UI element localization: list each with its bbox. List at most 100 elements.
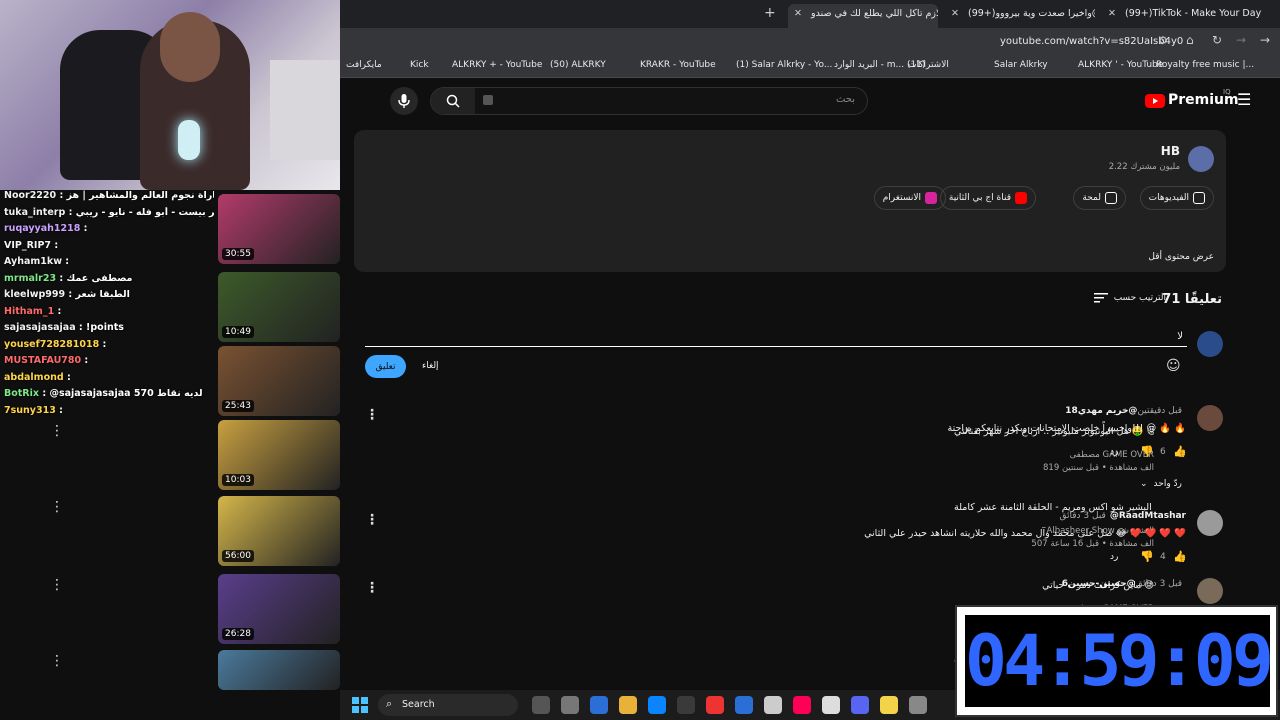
channel-name[interactable]: HB bbox=[1161, 144, 1180, 158]
dislike-icon[interactable]: 👎 bbox=[1140, 550, 1154, 563]
bookmark-item[interactable]: ALKRKY + - YouTube bbox=[452, 60, 542, 70]
comment-time[interactable]: قبل 3 دقائق bbox=[1059, 511, 1105, 521]
comment-time[interactable]: قبل 3 دقائق bbox=[1136, 579, 1182, 589]
replies-label: ردّ واحد bbox=[1153, 479, 1182, 489]
more-options-icon[interactable]: ⋮ bbox=[50, 578, 64, 592]
steam-icon[interactable] bbox=[735, 696, 753, 714]
back-icon[interactable]: → bbox=[1260, 33, 1270, 47]
sort-label: الترتيب حسب bbox=[1113, 293, 1166, 303]
new-tab-button[interactable]: + bbox=[764, 5, 776, 21]
explorer-icon[interactable] bbox=[619, 696, 637, 714]
channel-avatar[interactable] bbox=[1188, 146, 1214, 172]
reload-icon[interactable]: ↻ bbox=[1212, 33, 1222, 47]
reply-button[interactable]: رد bbox=[1110, 447, 1118, 457]
chat-separator: : bbox=[54, 305, 62, 317]
close-icon[interactable]: ✕ bbox=[794, 8, 802, 19]
channel-link-1[interactable]: لمحة bbox=[1073, 186, 1126, 210]
video-thumbnail[interactable] bbox=[218, 650, 340, 690]
bookmark-item[interactable]: (1) Salar Alkrky - Yo... bbox=[736, 60, 832, 70]
chat-text: الطبقا شعر bbox=[75, 289, 130, 300]
forward-icon[interactable]: → bbox=[1236, 33, 1246, 47]
reply-button[interactable]: رد bbox=[1110, 552, 1118, 562]
bookmark-item[interactable]: ALKRKY ' - YouTube bbox=[1078, 60, 1163, 70]
keyboard-icon[interactable] bbox=[483, 95, 493, 105]
video-thumbnail[interactable]: 26:28 bbox=[218, 574, 340, 644]
chrome-icon[interactable] bbox=[706, 696, 724, 714]
comment-submit-button[interactable]: تعليق bbox=[365, 355, 406, 378]
copilot-icon[interactable] bbox=[590, 696, 608, 714]
like-icon[interactable]: 👍 bbox=[1173, 550, 1187, 563]
search-input[interactable]: بحث bbox=[836, 94, 855, 105]
video-thumbnail[interactable]: 10:03 bbox=[218, 420, 340, 490]
comment-author[interactable]: @RaadMtashar bbox=[1110, 511, 1186, 521]
bookmark-item[interactable]: Kick bbox=[410, 60, 429, 70]
chat-separator: : bbox=[56, 272, 67, 284]
video-thumbnail[interactable]: 25:43 bbox=[218, 346, 340, 416]
comment-input[interactable]: لا bbox=[365, 331, 1187, 347]
bookmark-item[interactable]: البريد الوارد - m... (11) bbox=[834, 60, 925, 70]
more-options-icon[interactable]: ⋮ bbox=[50, 654, 64, 668]
url-field[interactable]: youtube.com/watch?v=s82UaIsb4y0 bbox=[1000, 36, 1183, 47]
more-options-icon[interactable]: ⋮ bbox=[365, 581, 379, 595]
channel-link-0[interactable]: الفيديوهات bbox=[1139, 186, 1214, 210]
chat-separator: : bbox=[63, 371, 71, 383]
close-icon[interactable]: ✕ bbox=[951, 8, 959, 19]
comment-avatar[interactable] bbox=[1197, 510, 1223, 536]
like-icon[interactable]: 👍 bbox=[1173, 445, 1187, 458]
more-options-icon[interactable]: ⋮ bbox=[365, 408, 379, 422]
more-options-icon[interactable]: ⋮ bbox=[365, 513, 379, 527]
mic-icon[interactable] bbox=[390, 87, 418, 115]
chat-text: !points bbox=[86, 322, 124, 333]
capcut-icon[interactable] bbox=[822, 696, 840, 714]
store-icon[interactable] bbox=[677, 696, 695, 714]
discord-icon[interactable] bbox=[851, 696, 869, 714]
channel-link-3[interactable]: الانستغرام bbox=[873, 186, 946, 210]
chat-username: MUSTAFAU780 bbox=[4, 355, 82, 366]
search-icon[interactable] bbox=[431, 88, 475, 114]
tab-3[interactable]: ✕ (99+)TikTok - Make Your Day ♪ bbox=[1102, 4, 1262, 24]
obs-icon[interactable] bbox=[764, 696, 782, 714]
address-bar-row: youtube.com/watch?v=s82UaIsb4y0 ⚙ ⌂ ↻ → … bbox=[340, 28, 1280, 56]
comment-cancel-button[interactable]: إلغاء bbox=[422, 361, 439, 371]
video-channel[interactable]: مصطفى GAME OVER bbox=[954, 450, 1154, 460]
brave-icon[interactable] bbox=[793, 696, 811, 714]
menu-icon[interactable]: ☰ bbox=[1237, 90, 1251, 109]
bookmark-item[interactable]: مايكرافت bbox=[346, 60, 382, 70]
bookmark-item[interactable]: (50) ALKRKY bbox=[550, 60, 606, 70]
video-thumbnail[interactable]: 30:55 bbox=[218, 194, 340, 264]
bookmark-item[interactable]: KRAKR - YouTube bbox=[640, 60, 716, 70]
stream-timer-overlay: 04:59:09 bbox=[955, 605, 1278, 717]
dislike-icon[interactable]: 👎 bbox=[1140, 445, 1154, 458]
comment-author[interactable]: @حسين-حسين6 bbox=[1062, 579, 1136, 589]
view-replies-button[interactable]: ⌄ ردّ واحد bbox=[1140, 479, 1182, 489]
task-view-icon[interactable] bbox=[532, 696, 550, 714]
windows-start-icon[interactable] bbox=[352, 697, 368, 713]
comment-avatar[interactable] bbox=[1197, 405, 1223, 431]
close-icon[interactable]: ✕ bbox=[1108, 8, 1116, 19]
comment-author[interactable]: @خريم مهدي18 bbox=[1065, 406, 1137, 416]
more-options-icon[interactable]: ⋮ bbox=[50, 500, 64, 514]
taskbar-search[interactable]: ⌕ Search bbox=[378, 694, 518, 716]
edge-icon[interactable] bbox=[648, 696, 666, 714]
files-icon[interactable] bbox=[561, 696, 579, 714]
user-avatar bbox=[1197, 331, 1223, 357]
show-less-button[interactable]: عرض محتوى أقل bbox=[1148, 252, 1214, 262]
youtube-logo-icon[interactable] bbox=[1145, 94, 1165, 108]
video-thumbnail[interactable]: 10:49 bbox=[218, 272, 340, 342]
tab-2[interactable]: ✕ (99+)واخيرا صعدت وية بيرووو@ ♪ bbox=[945, 4, 1095, 24]
notes-icon[interactable] bbox=[880, 696, 898, 714]
sort-button[interactable]: الترتيب حسب bbox=[1093, 292, 1166, 304]
tab-active[interactable]: ✕ لازم تاكل اللي يطلع لك في صندو bbox=[788, 4, 938, 28]
home-icon[interactable]: ⌂ bbox=[1186, 33, 1194, 47]
country-badge: IQ bbox=[1223, 88, 1231, 96]
emoji-icon[interactable]: ☺ bbox=[1166, 358, 1181, 374]
video-thumbnail[interactable]: 56:00 bbox=[218, 496, 340, 566]
bookmark-item[interactable]: Royalty free music |... bbox=[1156, 60, 1254, 70]
bookmark-item[interactable]: Salar Alkrky bbox=[994, 60, 1048, 70]
channel-link-2[interactable]: قناة اج بي الثانية bbox=[939, 186, 1036, 210]
tune-icon[interactable]: ⚙ bbox=[1158, 34, 1168, 47]
settings-icon[interactable] bbox=[909, 696, 927, 714]
search-box[interactable]: بحث bbox=[430, 87, 868, 115]
comment-time[interactable]: قبل دقيقتين bbox=[1137, 406, 1182, 416]
comment-avatar[interactable] bbox=[1197, 578, 1223, 604]
